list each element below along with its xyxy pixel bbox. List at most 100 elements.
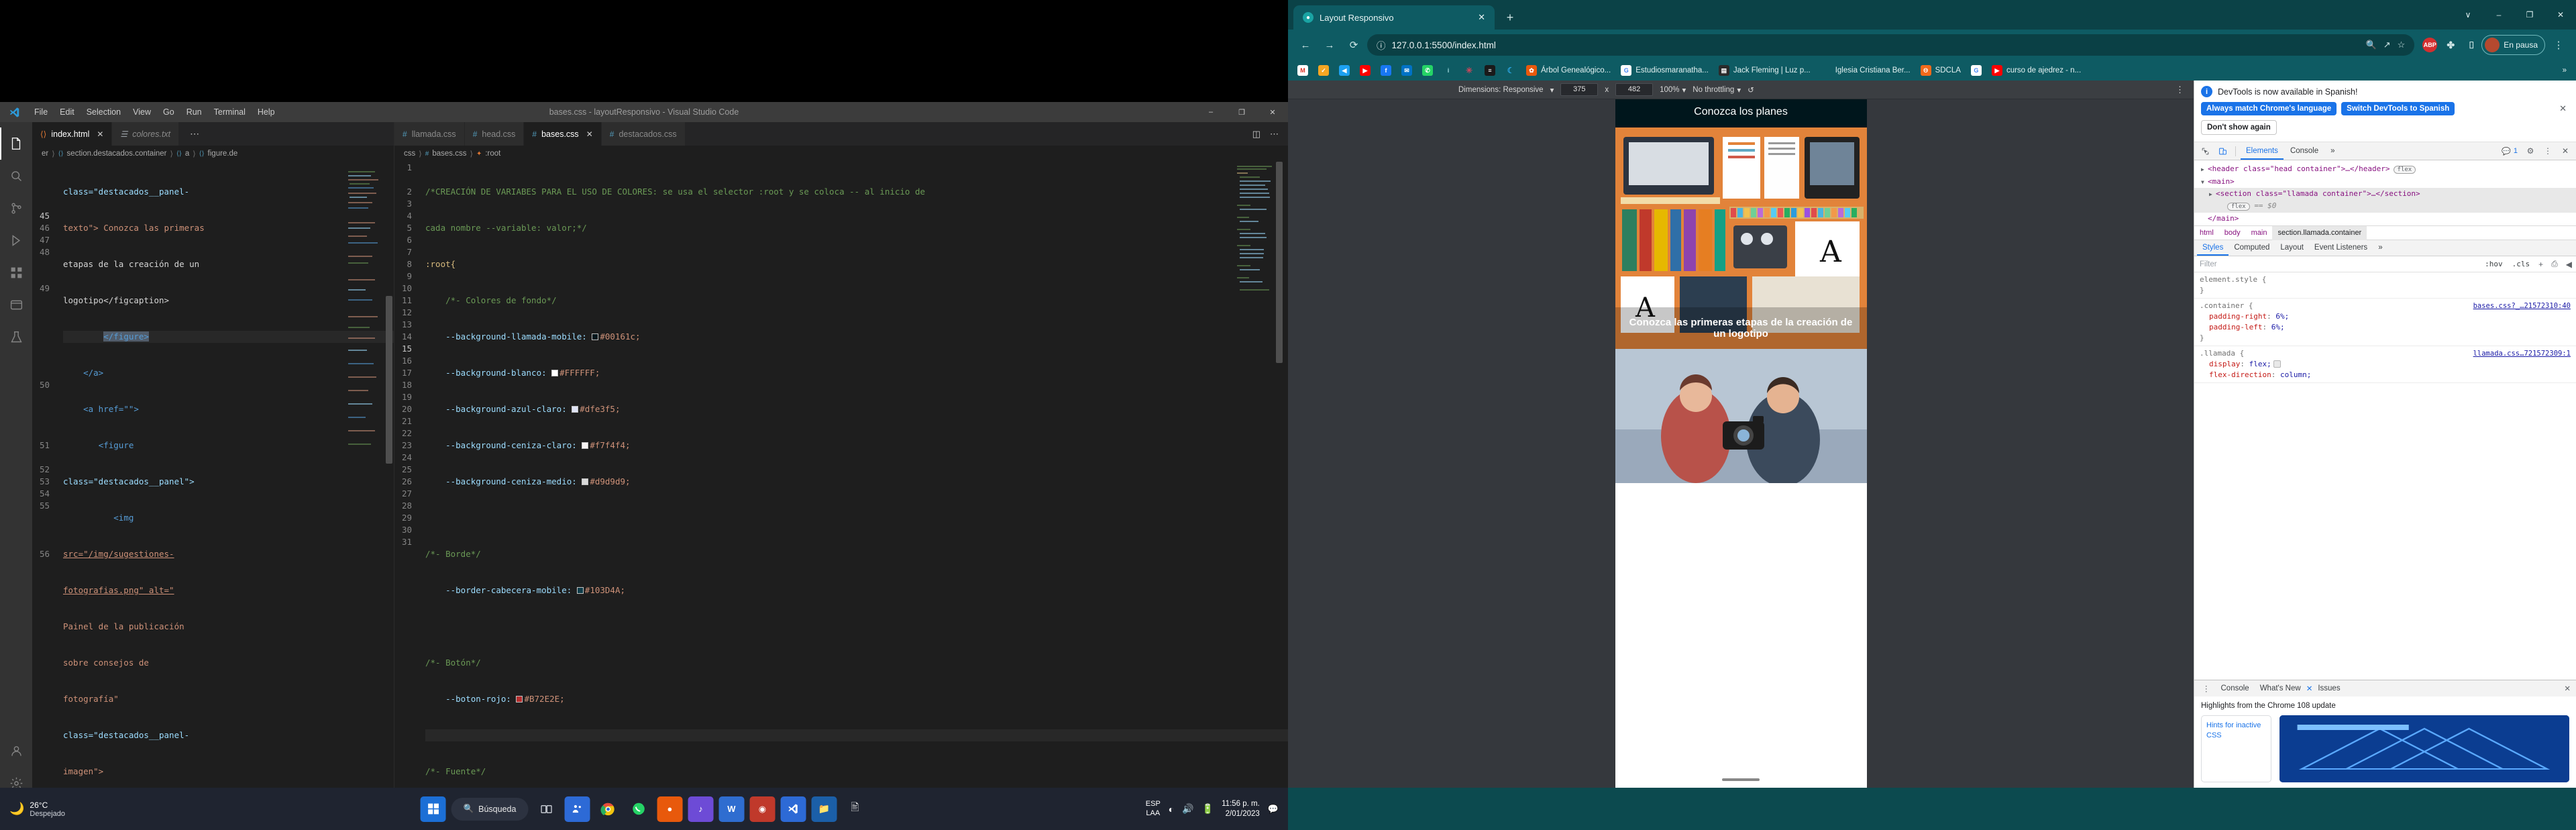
device-toolbar[interactable]: Dimensions: Responsive ▾ 375 x 482 100% …: [1288, 81, 2194, 99]
breadcrumb-item[interactable]: section.destacados.container: [67, 150, 167, 158]
rule-selector[interactable]: element.style {: [2200, 274, 2571, 285]
taskbar-pdf-icon[interactable]: ◉: [749, 796, 775, 822]
throttling-select[interactable]: No throttling ▾: [1693, 85, 1741, 95]
breadcrumb-item[interactable]: a: [185, 150, 189, 158]
info-circle-icon[interactable]: ⓘ: [1377, 38, 1386, 52]
style-rule-container[interactable]: bases.css?_…21572310:40 .container { pad…: [2194, 299, 2576, 346]
bookmark-item[interactable]: ✆: [1418, 62, 1437, 79]
activity-source-control-icon[interactable]: [0, 192, 32, 224]
menu-go[interactable]: Go: [157, 102, 180, 122]
dom-node[interactable]: </main>: [2194, 213, 2576, 224]
editor-tabs-right[interactable]: # llamada.css # head.css # bases.css ✕ #: [394, 122, 1288, 146]
taskbar-system-tray[interactable]: ESP LAA ◐ 🔊 🔋 11:56 p. m. 2/01/2023 💬: [1146, 799, 1288, 819]
chrome-extensions[interactable]: ABP ✤ ⌷: [2417, 38, 2479, 52]
tab-styles[interactable]: Styles: [2197, 240, 2229, 256]
bookmarks-overflow-button[interactable]: »: [2559, 62, 2571, 79]
taskbar-task-view-icon[interactable]: [533, 796, 559, 822]
activity-account-icon[interactable]: [0, 735, 32, 767]
tab-destacados-css[interactable]: # destacados.css: [601, 122, 686, 146]
puzzle-extension-icon[interactable]: ✤: [2443, 38, 2458, 52]
banner-close-icon[interactable]: ✕: [2559, 103, 2569, 114]
dom-node[interactable]: ▼ <main>: [2194, 176, 2576, 188]
taskbar-explorer-icon[interactable]: 📁: [811, 796, 837, 822]
menu-selection[interactable]: Selection: [80, 102, 127, 122]
bookmark-item[interactable]: G: [1967, 62, 1986, 79]
editor-tabs-left[interactable]: ⟨⟩ index.html ✕ ☰ colores.txt ⋯: [32, 122, 394, 146]
css-property-name[interactable]: padding-right: [2200, 312, 2267, 321]
omnibox[interactable]: ⓘ 127.0.0.1:5500/index.html 🔍 ↗ ☆: [1367, 34, 2415, 56]
bookmark-item[interactable]: ▶: [1356, 62, 1375, 79]
editor-scrollbar-right[interactable]: [1275, 162, 1284, 803]
banner-buttons[interactable]: Always match Chrome's language Switch De…: [2201, 102, 2569, 115]
device-more-icon[interactable]: ⋮: [2176, 85, 2184, 95]
css-property-name[interactable]: flex-direction: [2200, 370, 2271, 379]
zoom-out-icon[interactable]: 🔍: [2366, 40, 2377, 50]
device-width-input[interactable]: 375: [1560, 83, 1599, 96]
new-style-rule-icon[interactable]: +: [2534, 260, 2547, 269]
color-swatch[interactable]: [576, 587, 584, 594]
back-button[interactable]: ←: [1295, 34, 1316, 56]
tab-elements[interactable]: Elements: [2241, 142, 2284, 160]
bookmark-item[interactable]: ☾: [1501, 62, 1520, 79]
page-hero-image[interactable]: A A Conozca las primeras etapas de la cr…: [1615, 127, 1867, 349]
computed-sidebar-icon[interactable]: ⎙: [2547, 259, 2562, 269]
gear-icon[interactable]: ⚙: [2522, 144, 2538, 158]
tab-layout[interactable]: Layout: [2275, 240, 2309, 256]
taskbar-whatsapp-icon[interactable]: [626, 796, 651, 822]
style-rule-llamada[interactable]: llamada.css…721572309:1 .llamada { displ…: [2194, 346, 2576, 383]
taskbar-word-icon[interactable]: W: [718, 796, 745, 822]
bookmarks-bar[interactable]: M ✓ ◀ ▶ f ✉ ✆ i ✳ ≡ ☾ ✿ Árbol Genealógico…: [1288, 60, 2576, 81]
class-toggle[interactable]: .cls: [2508, 260, 2535, 268]
crumb-main[interactable]: main: [2246, 226, 2273, 240]
vscode-menubar[interactable]: File Edit Selection View Go Run Terminal…: [28, 102, 281, 122]
expand-triangle-icon[interactable]: ▶: [2201, 164, 2208, 175]
tab-console[interactable]: Console: [2285, 142, 2324, 160]
menu-view[interactable]: View: [127, 102, 157, 122]
tab-llamada-css[interactable]: # llamada.css: [394, 122, 465, 146]
bookmark-item[interactable]: i: [1439, 62, 1458, 79]
activity-live-server-icon[interactable]: [0, 289, 32, 321]
color-swatch[interactable]: [582, 478, 589, 485]
breadcrumb-item[interactable]: css: [404, 150, 415, 158]
menu-run[interactable]: Run: [180, 102, 208, 122]
drawer-tab-bar[interactable]: ⋮ Console What's New ✕ Issues ✕: [2194, 680, 2576, 696]
maximize-button[interactable]: ❐: [1226, 102, 1257, 122]
css-property-value[interactable]: 6%;: [2275, 312, 2289, 321]
drawer-tab-close-icon[interactable]: ✕: [2306, 684, 2313, 693]
editor-minimap-left[interactable]: [347, 162, 384, 803]
browser-tab-layout-responsivo[interactable]: ● Layout Responsivo ✕: [1293, 5, 1495, 30]
profile-button[interactable]: En pausa: [2481, 35, 2545, 55]
close-button[interactable]: ✕: [2545, 0, 2576, 30]
crumb-body[interactable]: body: [2219, 226, 2246, 240]
taskbar-search-box[interactable]: 🔍 Búsqueda: [451, 797, 529, 821]
minimize-button[interactable]: –: [1195, 102, 1226, 122]
bookmark-item[interactable]: ✉: [1397, 62, 1416, 79]
crumb-html[interactable]: html: [2194, 226, 2219, 240]
dom-node[interactable]: ▶ <header class="head container">…</heade…: [2194, 163, 2576, 176]
chrome-tab-strip[interactable]: ● Layout Responsivo ✕ + ∨ – ❐ ✕: [1288, 0, 2576, 30]
zoom-select[interactable]: 100% ▾: [1660, 85, 1686, 95]
tab-search-chevron-icon[interactable]: ∨: [2453, 0, 2483, 30]
windows-taskbar[interactable]: 🌙 26°C Despejado 🔍 Búsqueda ● ♪ W ◉ 📁 🖹 …: [0, 788, 1288, 830]
tray-language[interactable]: ESP LAA: [1146, 800, 1161, 819]
color-swatch[interactable]: [592, 333, 599, 340]
tab-event-listeners[interactable]: Event Listeners: [2309, 240, 2373, 256]
whats-new-cards[interactable]: Hints for inactive CSS: [2201, 715, 2569, 782]
editor-more-icon[interactable]: ⋯: [1270, 129, 1279, 140]
dimensions-caret-icon[interactable]: ▾: [1550, 85, 1554, 95]
menu-terminal[interactable]: Terminal: [208, 102, 252, 122]
tray-battery-icon[interactable]: 🔋: [1202, 803, 1214, 815]
omnibox-actions[interactable]: 🔍 ↗ ☆: [2366, 40, 2406, 50]
more-vertical-icon[interactable]: ⋮: [2540, 144, 2556, 158]
dom-breadcrumbs[interactable]: html body main section.llamada.container: [2194, 225, 2576, 240]
tab-bases-css[interactable]: # bases.css ✕: [524, 122, 602, 146]
activity-explorer-icon[interactable]: [0, 127, 32, 160]
color-swatch[interactable]: [516, 696, 523, 703]
bookmark-item[interactable]: ▤ Jack Fleming | Luz p...: [1715, 62, 1815, 79]
bookmark-item[interactable]: ✓: [1314, 62, 1333, 79]
bookmark-item[interactable]: ▶ curso de ajedrez - n...: [1988, 62, 2085, 79]
split-editor-icon[interactable]: ◫: [1252, 129, 1260, 140]
editor-actions-more-icon[interactable]: ⋯: [179, 122, 210, 146]
breadcrumb-item[interactable]: :root: [485, 150, 500, 158]
flex-badge[interactable]: flex: [2227, 203, 2250, 211]
